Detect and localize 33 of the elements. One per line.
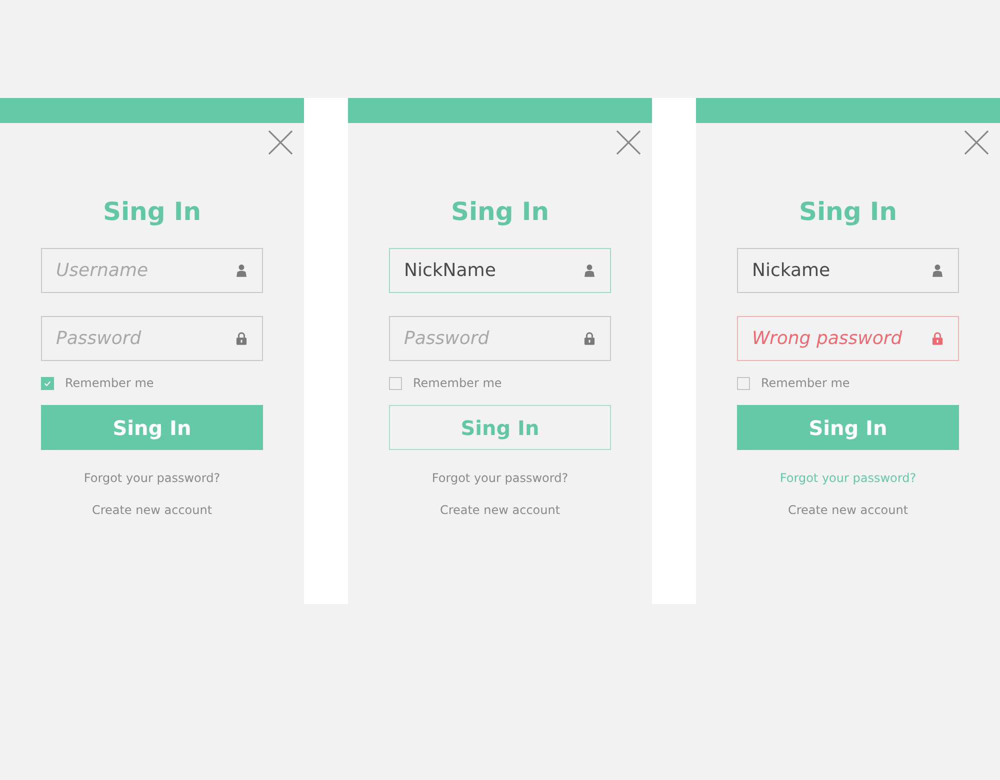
person-icon (236, 264, 247, 277)
input-field[interactable]: Username (41, 248, 263, 293)
close-icon[interactable] (268, 130, 293, 155)
checkbox-label: Remember me (761, 376, 850, 390)
text-link[interactable]: Create new account (92, 502, 212, 518)
input-field[interactable]: NickName (389, 248, 611, 293)
input-field[interactable]: Password (389, 316, 611, 361)
person-icon (584, 264, 595, 277)
checkbox[interactable] (737, 376, 750, 390)
close-icon[interactable] (964, 130, 989, 155)
text-link[interactable]: Create new account (788, 502, 908, 518)
input-field[interactable]: Wrong password (737, 316, 959, 361)
lock-icon (932, 332, 943, 345)
close-icon[interactable] (616, 130, 641, 155)
lock-icon (236, 332, 247, 345)
input-field[interactable]: Password (41, 316, 263, 361)
input-field[interactable]: Nickame (737, 248, 959, 293)
person-icon (932, 264, 943, 277)
sign-in-button[interactable]: Sing In (41, 405, 263, 450)
text-link[interactable]: Forgot your password? (84, 470, 220, 486)
text-link[interactable]: Forgot your password? (780, 470, 916, 486)
dialog-title: Sing In (102, 196, 202, 228)
sign-in-button[interactable]: Sing In (389, 405, 611, 450)
text-link[interactable]: Create new account (440, 502, 560, 518)
checkbox-label: Remember me (413, 376, 502, 390)
checkbox-label: Remember me (65, 376, 154, 390)
lock-icon (584, 332, 595, 345)
dialog-title: Sing In (798, 196, 898, 228)
sign-in-button[interactable]: Sing In (737, 405, 959, 450)
text-link[interactable]: Forgot your password? (432, 470, 568, 486)
checkbox[interactable] (389, 376, 402, 390)
checkbox[interactable] (41, 376, 54, 390)
dialog-title: Sing In (450, 196, 550, 228)
